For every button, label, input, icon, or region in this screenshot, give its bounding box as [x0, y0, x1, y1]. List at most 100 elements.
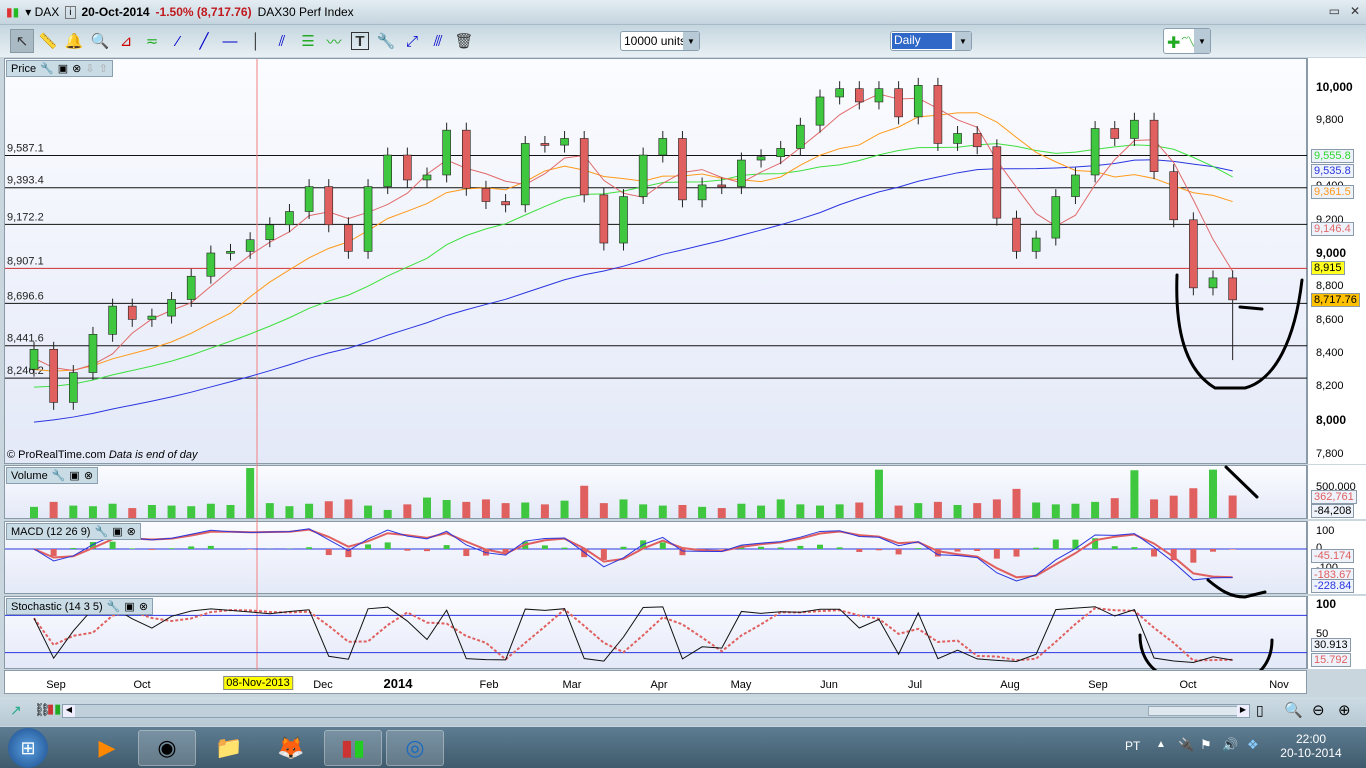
macd-histogram-bar — [600, 549, 607, 560]
move-down-icon[interactable]: ⇩ — [85, 62, 94, 75]
ma20-badge: 9,146.4 — [1311, 222, 1354, 236]
candle-body — [560, 138, 569, 146]
clock[interactable]: 22:00 20-10-2014 — [1276, 732, 1346, 760]
month-label: Aug — [1000, 679, 1020, 691]
candle-body — [953, 133, 962, 144]
candle-body — [972, 133, 982, 148]
chart-scale-icon[interactable]: ▯ — [1256, 702, 1264, 719]
volume-bar — [1189, 488, 1198, 518]
language-indicator[interactable]: PT — [1125, 739, 1140, 753]
move-up-icon[interactable]: ⇧ — [99, 62, 108, 75]
volume-icon[interactable]: 🔊 — [1222, 737, 1238, 753]
window-icon[interactable]: ▣ — [124, 600, 134, 613]
candle-body — [324, 186, 334, 226]
candle-body — [638, 154, 648, 197]
close-icon[interactable]: ⊗ — [72, 62, 81, 75]
wrench-icon[interactable]: 🔧 — [107, 600, 121, 613]
chrome-icon[interactable]: ◉ — [138, 730, 196, 766]
chart-type-icon[interactable]: ▮▮ — [47, 701, 61, 717]
macd-histogram-bar — [404, 549, 411, 551]
month-label: May — [730, 679, 752, 691]
wrench-icon[interactable]: 🔧 — [94, 525, 108, 538]
scroll-left-button[interactable]: ◀ — [63, 705, 75, 717]
volume-bar — [442, 500, 451, 518]
volume-bar — [403, 504, 412, 518]
macd-histogram-bar — [384, 542, 391, 549]
tray-expand-icon[interactable]: ▲ — [1156, 739, 1166, 750]
window-icon[interactable]: ▣ — [69, 469, 79, 482]
candle-body — [796, 124, 805, 149]
macd-histogram-bar — [1013, 549, 1020, 557]
candle-body — [599, 194, 609, 244]
candle-body — [461, 129, 471, 189]
window-icon[interactable]: ▣ — [112, 525, 122, 538]
start-button[interactable]: ⊞ — [8, 728, 48, 768]
explorer-icon[interactable]: 📁 — [200, 730, 258, 766]
flag-icon[interactable]: ⚑ — [1200, 737, 1212, 753]
macd-histogram-bar — [306, 547, 313, 549]
candle-body — [501, 201, 510, 206]
candle-body — [737, 159, 746, 187]
dropbox-icon[interactable]: ❖ — [1247, 737, 1259, 753]
volume-bar — [560, 500, 569, 518]
candle-body — [29, 348, 39, 370]
volume-bar — [737, 503, 746, 518]
month-label: Oct — [1179, 679, 1197, 691]
volume-bar — [678, 504, 687, 518]
candle-body — [697, 184, 707, 201]
candle-body — [1189, 219, 1198, 289]
scroll-right-button[interactable]: ▶ — [1237, 705, 1249, 717]
tick: 8,200 — [1316, 380, 1344, 392]
volume-badge: 362,761 — [1311, 490, 1357, 504]
volume-bar — [187, 506, 196, 518]
close-icon[interactable]: ⊗ — [139, 600, 148, 613]
candle-body — [717, 184, 727, 188]
macd-histogram-bar — [817, 544, 823, 549]
candle-body — [894, 88, 903, 118]
firefox-icon[interactable]: 🦊 — [262, 730, 320, 766]
candle-body — [815, 96, 825, 126]
volume-bar — [1130, 470, 1139, 518]
volume-bar — [462, 501, 471, 518]
volume-bar — [128, 508, 137, 518]
volume-bar — [619, 499, 628, 518]
volume-bar — [383, 509, 392, 518]
close-icon[interactable]: ⊗ — [127, 525, 136, 538]
volume-bar — [580, 485, 589, 518]
scrollbar-thumb[interactable] — [1148, 706, 1238, 716]
volume-bar — [1110, 498, 1119, 518]
month-label: 2014 — [383, 676, 413, 691]
close-button[interactable]: ✕ — [1350, 4, 1360, 18]
window-icon[interactable]: ▣ — [58, 62, 68, 75]
export-icon[interactable]: ↗ — [10, 702, 22, 719]
macd-histogram-bar — [207, 545, 214, 549]
candle-body — [1071, 174, 1080, 197]
close-icon[interactable]: ⊗ — [84, 469, 93, 482]
candle-body — [933, 85, 943, 144]
volume-axis: 500,000 362,761 -84,208 — [1307, 465, 1366, 519]
candle-body — [383, 154, 393, 187]
wrench-icon[interactable]: 🔧 — [40, 62, 54, 75]
volume-bar — [639, 504, 648, 518]
volume-bar — [992, 499, 1001, 518]
macd-histogram-bar — [836, 547, 843, 549]
app-icon[interactable]: ◎ — [386, 730, 444, 766]
media-player-icon[interactable]: ▶ — [78, 730, 136, 766]
zoom-out-icon[interactable]: ⊖ — [1312, 701, 1325, 719]
macd-panel-header: MACD (12 26 9) 🔧 ▣ ⊗ — [6, 523, 141, 540]
month-label: Sep — [1088, 679, 1108, 691]
volume-bar — [324, 501, 333, 518]
tick: 8,000 — [1316, 413, 1347, 427]
prorealtime-icon[interactable]: ▮ ▮ — [324, 730, 382, 766]
candle-body — [245, 239, 255, 252]
power-icon[interactable]: 🔌 — [1178, 737, 1194, 753]
candle-body — [108, 305, 117, 335]
candle-body — [1090, 128, 1100, 176]
zoom-in-icon[interactable]: ⊕ — [1338, 701, 1351, 719]
candle-body — [1031, 237, 1041, 252]
horizontal-scrollbar[interactable]: ◀ ▶ — [62, 704, 1250, 718]
volume-bar — [1071, 503, 1080, 518]
zoom-fit-icon[interactable]: 🔍 — [1284, 701, 1303, 719]
minimize-button[interactable]: ▭ — [1329, 4, 1340, 18]
wrench-icon[interactable]: 🔧 — [52, 469, 66, 482]
